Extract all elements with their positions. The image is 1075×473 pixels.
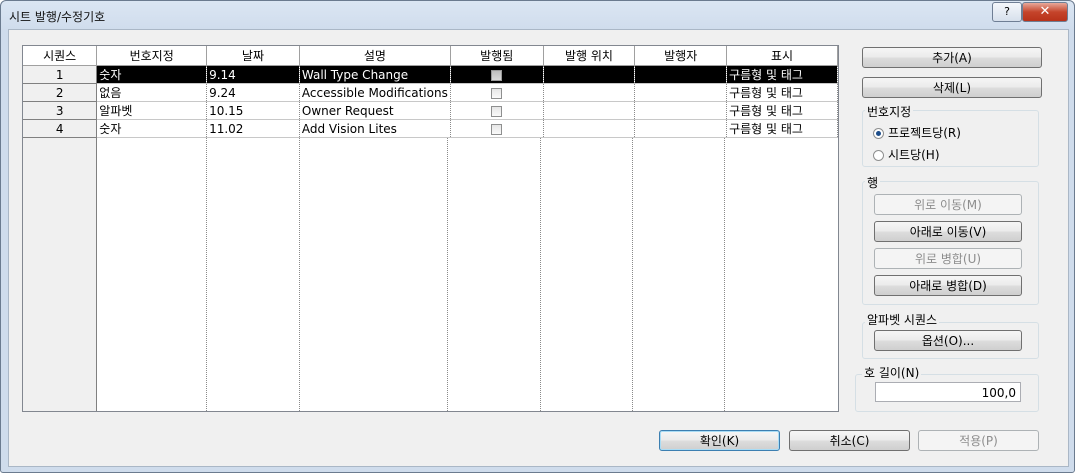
col-header-issued-to[interactable]: 발행 위치 bbox=[543, 46, 636, 66]
radio-dot bbox=[873, 150, 884, 161]
merge-down-button[interactable]: 아래로 병합(D) bbox=[874, 275, 1022, 296]
arc-length-label: 호 길이(N) bbox=[862, 364, 922, 381]
grid-line bbox=[206, 138, 207, 411]
per-sheet-label: 시트당(H) bbox=[888, 148, 940, 162]
issued-by-cell[interactable] bbox=[634, 83, 728, 102]
per-sheet-radio[interactable]: 시트당(H) bbox=[873, 146, 940, 163]
issued-to-cell[interactable] bbox=[543, 65, 636, 84]
move-down-button[interactable]: 아래로 이동(V) bbox=[874, 221, 1022, 242]
numbering-cell[interactable]: 없음 bbox=[96, 83, 208, 102]
issued-cell[interactable] bbox=[450, 101, 544, 120]
alpha-sequence-label: 알파벳 시퀀스 bbox=[865, 311, 940, 328]
table-row[interactable]: 1 숫자 9.14 Wall Type Change 구름형 및 태그 bbox=[23, 65, 838, 84]
grid-line bbox=[299, 138, 300, 411]
issued-cell[interactable] bbox=[450, 119, 544, 138]
arc-length-input[interactable]: 100,0 bbox=[875, 382, 1021, 402]
issued-checkbox[interactable] bbox=[491, 69, 503, 81]
title-bar: 시트 발행/수정기호 ? ✕ bbox=[1, 1, 1074, 29]
add-button[interactable]: 추가(A) bbox=[862, 47, 1042, 68]
show-cell[interactable]: 구름형 및 태그 bbox=[726, 119, 838, 138]
sequence-cell[interactable]: 3 bbox=[23, 101, 98, 120]
col-header-issued-by[interactable]: 발행자 bbox=[634, 46, 728, 66]
sequence-column-fill bbox=[23, 138, 97, 411]
dialog-body: 시퀀스 번호지정 날짜 설명 발행됨 발행 위치 발행자 표시 1 숫자 9.14 W… bbox=[8, 29, 1069, 467]
grid-line bbox=[540, 138, 541, 411]
per-project-label: 프로젝트당(R) bbox=[888, 126, 961, 140]
apply-button[interactable]: 적용(P) bbox=[918, 430, 1039, 451]
help-button[interactable]: ? bbox=[992, 2, 1022, 22]
table-header: 시퀀스 번호지정 날짜 설명 발행됨 발행 위치 발행자 표시 bbox=[23, 46, 838, 66]
options-button[interactable]: 옵션(O)... bbox=[874, 330, 1022, 351]
show-cell[interactable]: 구름형 및 태그 bbox=[726, 65, 838, 84]
row-group-label: 행 bbox=[865, 174, 881, 191]
revisions-table[interactable]: 시퀀스 번호지정 날짜 설명 발행됨 발행 위치 발행자 표시 1 숫자 9.14 W… bbox=[22, 45, 839, 412]
date-cell[interactable]: 10.15 bbox=[206, 101, 300, 120]
grid-line bbox=[724, 138, 725, 411]
issued-to-cell[interactable] bbox=[543, 101, 636, 120]
per-project-radio[interactable]: 프로젝트당(R) bbox=[873, 124, 961, 141]
col-header-description[interactable]: 설명 bbox=[299, 46, 451, 66]
delete-button[interactable]: 삭제(L) bbox=[862, 77, 1042, 98]
date-cell[interactable]: 9.14 bbox=[206, 65, 300, 84]
issued-checkbox[interactable] bbox=[491, 105, 503, 117]
merge-up-button[interactable]: 위로 병합(U) bbox=[874, 248, 1022, 269]
issued-cell[interactable] bbox=[450, 65, 544, 84]
col-header-date[interactable]: 날짜 bbox=[206, 46, 300, 66]
cancel-button[interactable]: 취소(C) bbox=[789, 430, 910, 451]
grid-line bbox=[632, 138, 633, 411]
date-cell[interactable]: 9.24 bbox=[206, 83, 300, 102]
revisions-grid: 시퀀스 번호지정 날짜 설명 발행됨 발행 위치 발행자 표시 1 숫자 9.14 W… bbox=[23, 46, 838, 138]
table-row[interactable]: 4 숫자 11.02 Add Vision Lites 구름형 및 태그 bbox=[23, 119, 838, 138]
description-cell[interactable]: Wall Type Change bbox=[299, 65, 451, 84]
issued-by-cell[interactable] bbox=[634, 119, 728, 138]
col-header-issued[interactable]: 발행됨 bbox=[450, 46, 544, 66]
sequence-cell[interactable]: 4 bbox=[23, 119, 98, 138]
window-title: 시트 발행/수정기호 bbox=[9, 10, 106, 24]
issued-checkbox[interactable] bbox=[491, 123, 503, 135]
numbering-group-label: 번호지정 bbox=[865, 103, 914, 120]
col-header-show[interactable]: 표시 bbox=[726, 46, 838, 66]
show-cell[interactable]: 구름형 및 태그 bbox=[726, 83, 838, 102]
sheet-issues-revisions-dialog: 시트 발행/수정기호 ? ✕ 시퀀스 번호지정 날짜 설명 발행됨 발행 위치 … bbox=[0, 0, 1075, 473]
radio-dot-selected bbox=[873, 128, 884, 139]
issued-by-cell[interactable] bbox=[634, 101, 728, 120]
col-header-numbering[interactable]: 번호지정 bbox=[96, 46, 208, 66]
numbering-cell[interactable]: 숫자 bbox=[96, 119, 208, 138]
description-cell[interactable]: Add Vision Lites bbox=[299, 119, 451, 138]
ok-button[interactable]: 확인(K) bbox=[659, 430, 780, 451]
numbering-cell[interactable]: 알파벳 bbox=[96, 101, 208, 120]
col-header-sequence[interactable]: 시퀀스 bbox=[23, 46, 98, 66]
date-cell[interactable]: 11.02 bbox=[206, 119, 300, 138]
issued-to-cell[interactable] bbox=[543, 83, 636, 102]
table-row[interactable]: 2 없음 9.24 Accessible Modifications 구름형 및 태그 bbox=[23, 83, 838, 102]
description-cell[interactable]: Accessible Modifications bbox=[299, 83, 451, 102]
description-cell[interactable]: Owner Request bbox=[299, 101, 451, 120]
numbering-cell[interactable]: 숫자 bbox=[96, 65, 208, 84]
move-up-button[interactable]: 위로 이동(M) bbox=[874, 194, 1022, 215]
issued-by-cell[interactable] bbox=[634, 65, 728, 84]
sequence-cell[interactable]: 2 bbox=[23, 83, 98, 102]
issued-to-cell[interactable] bbox=[543, 119, 636, 138]
close-button[interactable]: ✕ bbox=[1022, 2, 1068, 22]
issued-cell[interactable] bbox=[450, 83, 544, 102]
sequence-cell[interactable]: 1 bbox=[23, 65, 98, 84]
table-row[interactable]: 3 알파벳 10.15 Owner Request 구름형 및 태그 bbox=[23, 101, 838, 120]
show-cell[interactable]: 구름형 및 태그 bbox=[726, 101, 838, 120]
grid-line bbox=[447, 138, 448, 411]
issued-checkbox[interactable] bbox=[491, 87, 503, 99]
